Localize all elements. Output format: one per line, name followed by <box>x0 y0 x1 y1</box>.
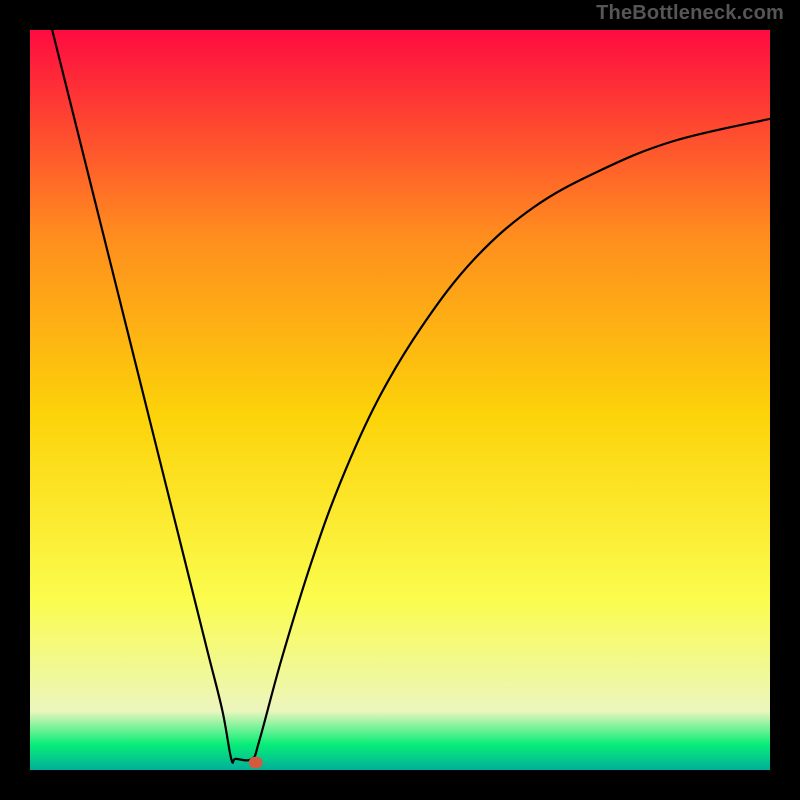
plot-area <box>30 30 770 770</box>
optimal-point-marker <box>249 757 263 769</box>
gradient-background <box>30 30 770 770</box>
chart-frame: TheBottleneck.com <box>0 0 800 800</box>
watermark-label: TheBottleneck.com <box>596 2 784 25</box>
chart-svg <box>30 30 770 770</box>
